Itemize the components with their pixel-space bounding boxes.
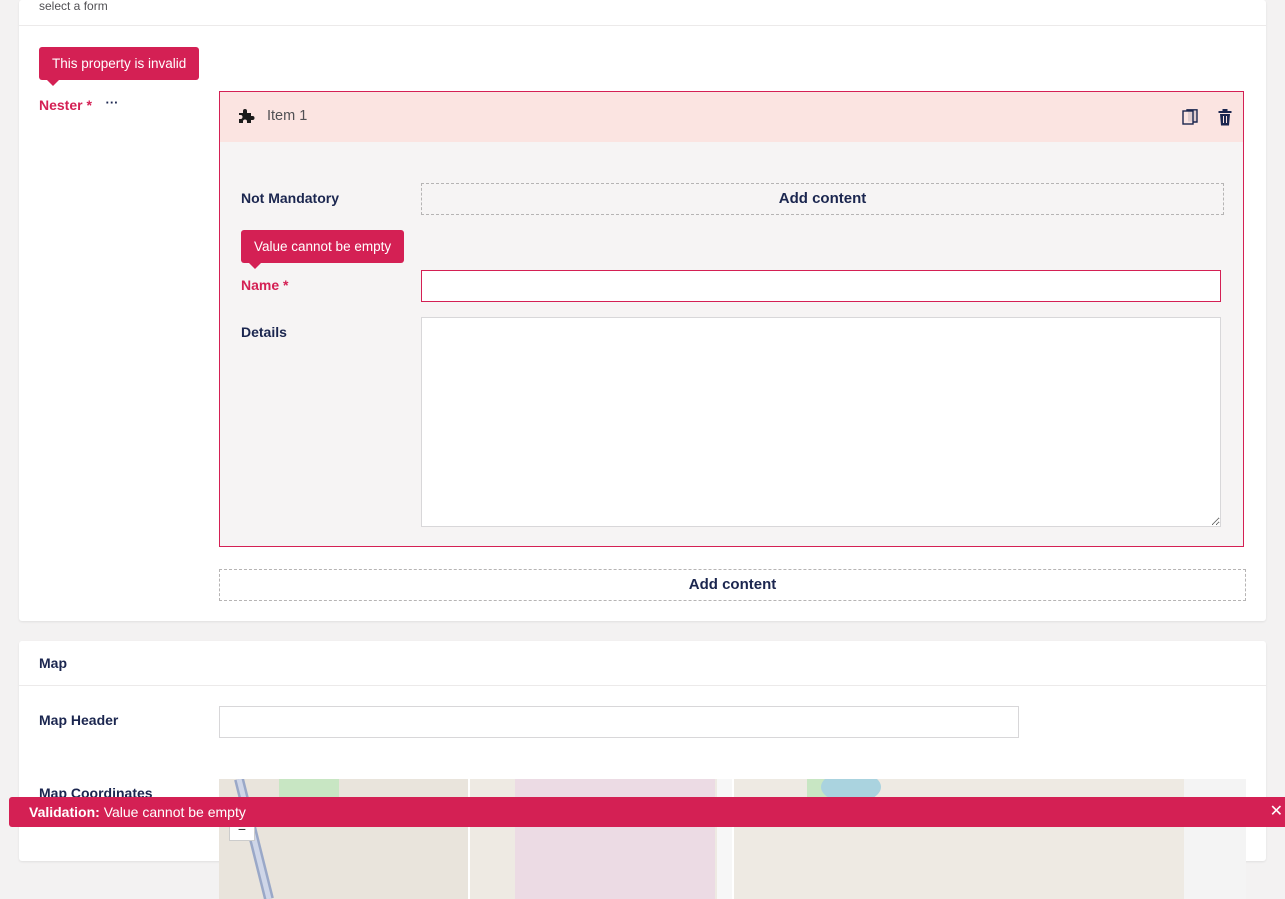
copy-icon[interactable] [1182,109,1198,131]
divider [19,25,1266,26]
puzzle-icon [236,107,256,130]
toast-prefix: Validation: [29,804,100,820]
nested-item-block: Item 1 Not Mandatory Add content Value c… [219,91,1244,547]
nested-item-header[interactable]: Item 1 [220,92,1243,142]
trash-icon[interactable] [1218,109,1232,131]
toast-body: Value cannot be empty [103,804,246,820]
validation-toast: Validation: Value cannot be empty ✕ [9,797,1285,827]
form-hint: select a form [39,0,108,13]
item-title: Item 1 [267,108,308,124]
divider [19,685,1266,686]
close-icon[interactable]: ✕ [1270,797,1283,827]
name-error-tooltip: Value cannot be empty [241,230,405,269]
nester-label: Nester * [39,97,92,113]
details-label: Details [241,324,287,340]
inner-add-content-button[interactable]: Add content [421,183,1224,215]
map-header-label: Map Header [39,712,119,728]
toast-message: Validation: Value cannot be empty [29,797,246,827]
map-section-title: Map [39,655,67,671]
nester-error-tooltip: This property is invalid [39,47,200,86]
name-input[interactable] [421,270,1221,302]
map-header-input[interactable] [219,706,1019,738]
details-textarea[interactable] [421,317,1221,527]
name-label: Name * [241,277,289,293]
not-mandatory-label: Not Mandatory [241,190,339,206]
more-actions-button[interactable]: ··· [101,96,123,113]
form-panel: select a form This property is invalid N… [19,0,1266,621]
add-content-button[interactable]: Add content [219,569,1246,601]
map-panel: Map Map Header Map Coordinates − [19,641,1266,899]
